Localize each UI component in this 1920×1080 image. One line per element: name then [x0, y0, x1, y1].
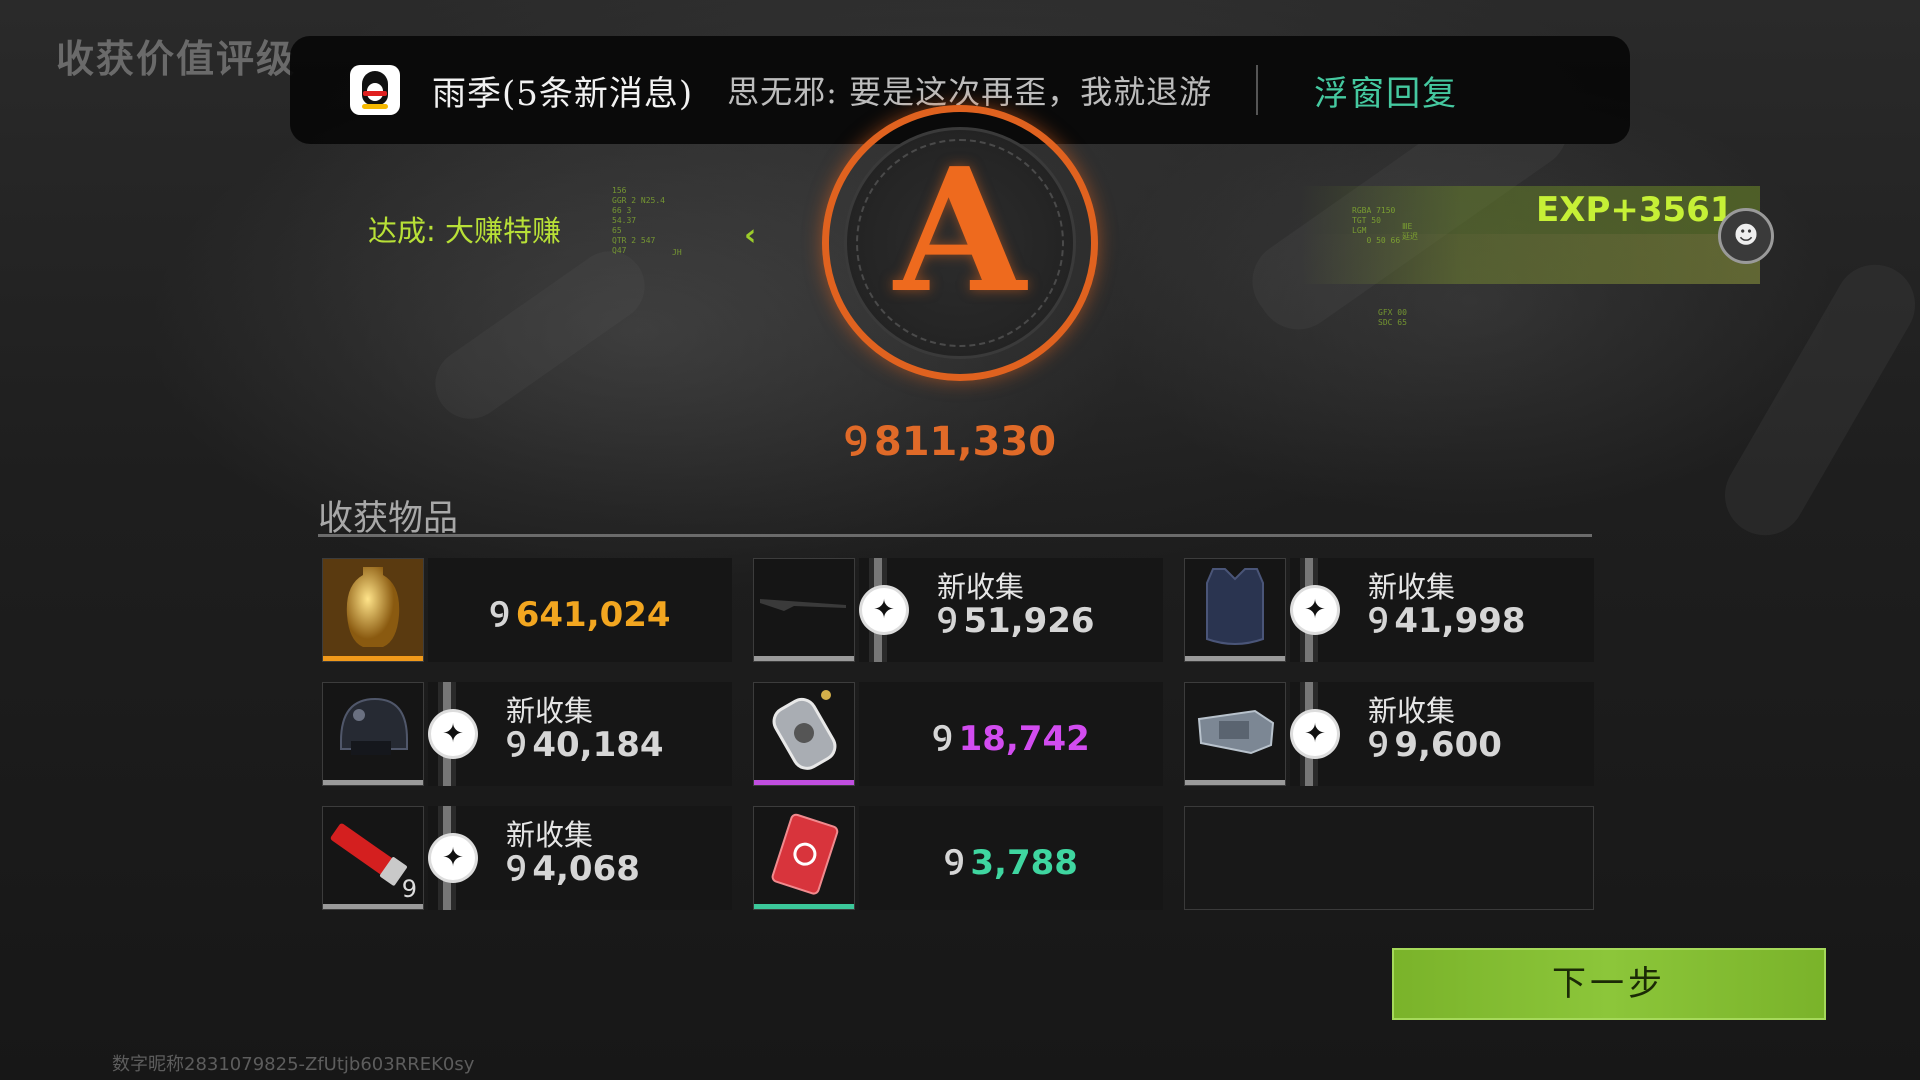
currency-icon: Ꝯ — [944, 843, 965, 883]
background-shape — [1710, 250, 1920, 550]
item-value-amount: 3,788 — [970, 843, 1078, 883]
loot-item[interactable]: 9 ✦ 新收集 Ꝯ 4,068 — [322, 806, 732, 910]
rarity-bar — [754, 780, 854, 785]
exp-gain: EXP+3561 — [1536, 190, 1734, 230]
hud-readout-right-tags: ⅢE 延迟 — [1402, 222, 1418, 241]
currency-icon: Ꝯ — [932, 719, 953, 759]
new-badge-gear-icon: ✦ — [1293, 712, 1337, 756]
item-value-amount: 9,600 — [1394, 725, 1502, 765]
rarity-bar — [754, 904, 854, 909]
loot-item[interactable]: ✦ 新收集 Ꝯ 41,998 — [1184, 558, 1594, 662]
playing-card-icon — [754, 807, 854, 909]
rarity-bar — [1185, 656, 1285, 661]
notification-divider — [1256, 65, 1259, 115]
item-thumbnail — [753, 558, 855, 662]
rarity-bar — [323, 656, 423, 661]
currency-icon: Ꝯ — [489, 595, 510, 635]
new-badge-gear-icon: ✦ — [862, 588, 906, 632]
qq-penguin-icon — [350, 65, 400, 115]
brain-icon: ☻ — [1718, 208, 1774, 264]
rarity-bar — [323, 780, 423, 785]
new-badge-gear-icon: ✦ — [1293, 588, 1337, 632]
item-value: Ꝯ 51,926 — [937, 596, 1095, 642]
loot-item[interactable]: Ꝯ 3,788 — [753, 806, 1163, 910]
empty-loot-slot — [1184, 806, 1594, 910]
item-value: Ꝯ 40,184 — [506, 720, 664, 766]
grade-letter: A — [894, 131, 1026, 331]
hud-readout-left-small: JH — [672, 248, 682, 257]
body-armor-icon — [1185, 559, 1285, 661]
item-thumbnail — [322, 682, 424, 786]
currency-icon: Ꝯ — [1368, 601, 1389, 641]
rarity-bar — [754, 656, 854, 661]
item-value: Ꝯ 9,600 — [1368, 720, 1502, 766]
hud-readout-left: 156 GGR 2 N25.4 66 3 54.37 65 QTR 2 547 … — [612, 186, 665, 255]
grade-badge: A — [822, 105, 1098, 381]
item-value-amount: 641,024 — [515, 595, 671, 635]
loot-grid: Ꝯ 641,024 ✦ 新收集 Ꝯ 51,926 ✦ 新收集 Ꝯ 41,998 ✦ 新收集 Ꝯ 40… — [322, 558, 1594, 914]
item-value-amount: 4,068 — [532, 849, 640, 889]
item-value: Ꝯ 18,742 — [859, 714, 1163, 760]
golden-vase-icon — [323, 559, 423, 661]
item-count: 9 — [401, 875, 417, 903]
loot-item[interactable]: ✦ 新收集 Ꝯ 9,600 — [1184, 682, 1594, 786]
item-thumbnail — [1184, 558, 1286, 662]
item-thumbnail — [1184, 682, 1286, 786]
item-thumbnail — [753, 806, 855, 910]
item-thumbnail — [753, 682, 855, 786]
background-shape — [421, 237, 659, 433]
item-value: Ꝯ 4,068 — [506, 844, 640, 890]
currency-icon: Ꝯ — [506, 849, 527, 889]
item-value-amount: 18,742 — [958, 719, 1090, 759]
total-value-amount: 811,330 — [873, 419, 1057, 465]
item-value-amount: 40,184 — [532, 725, 664, 765]
loot-item[interactable]: ✦ 新收集 Ꝯ 40,184 — [322, 682, 732, 786]
notification-sender: 雨季(5条新消息) — [432, 73, 694, 114]
hud-readout-right: RGBA 7150 TGT 50 LGM 0 50 66 — [1352, 206, 1401, 245]
item-value: Ꝯ 41,998 — [1368, 596, 1526, 642]
hud-readout-right-bottom: GFX 00 SDC 65 — [1378, 308, 1407, 327]
achievement-label: 达成: 大赚特赚 — [368, 214, 561, 248]
item-value: Ꝯ 641,024 — [428, 590, 732, 636]
total-value: Ꝯ 811,330 — [0, 412, 1900, 467]
page-title: 收获价值评级 — [56, 37, 297, 81]
rarity-bar — [323, 904, 423, 909]
chevron-left-icon: ‹ — [744, 218, 757, 253]
rifle-icon — [754, 559, 854, 661]
item-thumbnail: 9 — [322, 806, 424, 910]
item-value: Ꝯ 3,788 — [859, 838, 1163, 884]
item-value-amount: 41,998 — [1394, 601, 1526, 641]
items-section-divider — [318, 534, 1592, 537]
new-badge-gear-icon: ✦ — [431, 712, 475, 756]
new-badge-gear-icon: ✦ — [431, 836, 475, 880]
loot-item[interactable]: ✦ 新收集 Ꝯ 51,926 — [753, 558, 1163, 662]
rarity-bar — [1185, 780, 1285, 785]
dog-tag-icon — [754, 683, 854, 785]
next-step-button[interactable]: 下一步 — [1392, 948, 1826, 1020]
currency-icon: Ꝯ — [506, 725, 527, 765]
arm-guard-icon — [1185, 683, 1285, 785]
floating-reply-button[interactable]: 浮窗回复 — [1314, 66, 1458, 115]
item-thumbnail — [322, 558, 424, 662]
loot-item[interactable]: Ꝯ 18,742 — [753, 682, 1163, 786]
item-value-amount: 51,926 — [963, 601, 1095, 641]
currency-icon: Ꝯ — [843, 419, 868, 465]
loot-item[interactable]: Ꝯ 641,024 — [322, 558, 732, 662]
helmet-icon — [323, 683, 423, 785]
currency-icon: Ꝯ — [937, 601, 958, 641]
user-id-watermark: 数字昵称2831079825-ZfUtjb603RREK0sy — [112, 1054, 475, 1075]
currency-icon: Ꝯ — [1368, 725, 1389, 765]
